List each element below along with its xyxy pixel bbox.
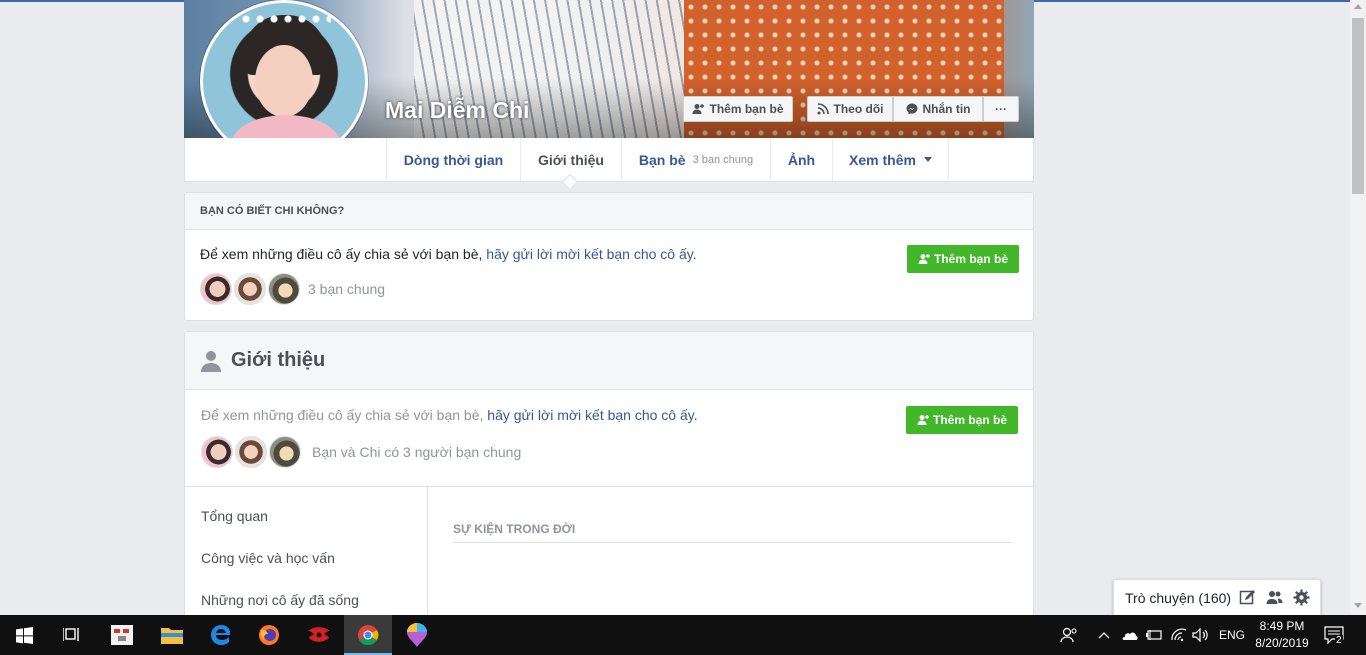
add-friend-button[interactable]: Thêm bạn bè <box>683 96 793 122</box>
caret-down-icon <box>923 157 932 162</box>
clock-date: 8/20/2019 <box>1255 636 1309 650</box>
more-dots-icon: ··· <box>995 102 1007 116</box>
intro-mutual-text[interactable]: Bạn và Chi có 3 người bạn chung <box>312 444 521 460</box>
mutual-friends-count: 3 bạn chung <box>692 153 754 166</box>
avatar[interactable] <box>201 436 233 468</box>
task-view-button[interactable] <box>48 615 96 655</box>
windows-taskbar: ENG 8:49 PM 8/20/2019 2 <box>0 615 1366 655</box>
profile-name[interactable]: Mai Diễm Chi <box>385 97 529 124</box>
sidebar-item-work-education[interactable]: Công việc và học vấn <box>201 550 335 566</box>
divider <box>453 542 1011 543</box>
battery-icon[interactable] <box>1145 615 1163 655</box>
scroll-up-icon[interactable] <box>1354 4 1362 9</box>
send-request-link[interactable]: hãy gửi lời mời kết bạn cho cô ấy. <box>486 246 696 262</box>
people-icon[interactable] <box>1060 615 1078 655</box>
new-group-icon[interactable] <box>1266 589 1283 606</box>
avatar[interactable] <box>235 436 267 468</box>
tab-friends[interactable]: Bạn bè 3 bạn chung <box>621 138 770 181</box>
sidebar-item-places-lived[interactable]: Những nơi cô ấy đã sống <box>201 592 359 608</box>
avatar[interactable] <box>268 273 300 305</box>
intro-text: Để xem những điều cô ấy chia sẻ với bạn … <box>201 407 698 423</box>
more-options-button[interactable]: ··· <box>983 96 1019 122</box>
system-clock[interactable]: 8:49 PM 8/20/2019 <box>1247 618 1317 652</box>
game-icon <box>308 627 330 642</box>
message-button[interactable]: Nhắn tin <box>893 96 983 122</box>
taskbar-app-paint[interactable] <box>393 615 441 655</box>
follow-label: Theo dõi <box>833 102 884 116</box>
taskbar-app-firefox[interactable] <box>245 615 293 655</box>
person-icon <box>201 350 221 372</box>
clock-time: 8:49 PM <box>1259 619 1305 633</box>
task-view-icon <box>63 628 79 641</box>
intro-send-request-link[interactable]: hãy gửi lời mời kết bạn cho cô ấy. <box>487 407 697 423</box>
taskbar-app-chrome[interactable] <box>344 615 392 655</box>
page-scrollbar[interactable] <box>1350 0 1366 615</box>
know-add-friend-button[interactable]: Thêm bạn bè <box>907 245 1019 273</box>
scroll-thumb[interactable] <box>1352 18 1364 194</box>
app-grid-icon <box>111 625 133 645</box>
folder-icon <box>161 628 183 644</box>
chrome-icon <box>358 625 379 646</box>
profile-nav: Dòng thời gian Giới thiệu Bạn bè 3 bạn ch… <box>184 138 1034 182</box>
windows-logo-icon <box>15 626 33 644</box>
taskbar-app-file-explorer[interactable] <box>148 615 196 655</box>
intro-title: Giới thiệu <box>231 349 326 371</box>
firefox-icon <box>259 625 279 645</box>
intro-mutual-avatars[interactable] <box>201 436 301 468</box>
chevron-up-icon[interactable] <box>1098 615 1110 655</box>
intro-add-friend-button[interactable]: Thêm bạn bè <box>906 406 1018 434</box>
sidebar-item-overview[interactable]: Tổng quan <box>201 508 268 524</box>
life-events-title: SỰ KIỆN TRONG ĐỜI <box>453 522 576 536</box>
divider <box>185 486 1033 487</box>
taskbar-app-calculator[interactable] <box>98 615 146 655</box>
know-card-title: BẠN CÓ BIẾT CHI KHÔNG? <box>185 193 1033 230</box>
follow-button[interactable]: Theo dõi <box>807 96 893 122</box>
intro-header: Giới thiệu <box>185 332 1033 390</box>
scroll-down-icon[interactable] <box>1354 603 1362 608</box>
taskbar-app-game[interactable] <box>295 615 343 655</box>
chat-label: Trò chuyện (160) <box>1125 589 1232 606</box>
tab-photos[interactable]: Ảnh <box>770 138 832 181</box>
compose-icon[interactable] <box>1239 589 1256 606</box>
add-friend-icon <box>918 254 930 264</box>
add-friend-icon <box>917 415 929 425</box>
notification-count: 2 <box>1335 635 1343 646</box>
paint-drop-icon <box>407 623 427 647</box>
know-card: BẠN CÓ BIẾT CHI KHÔNG? Để xem những điều… <box>184 192 1034 321</box>
avatar[interactable] <box>234 273 266 305</box>
divider <box>427 486 428 630</box>
rss-icon <box>817 103 829 115</box>
start-button[interactable] <box>0 615 48 655</box>
volume-icon[interactable] <box>1192 615 1210 655</box>
mutual-friends-text[interactable]: 3 bạn chung <box>308 281 385 297</box>
onedrive-icon[interactable] <box>1120 615 1138 655</box>
tab-more[interactable]: Xem thêm <box>832 138 949 181</box>
taskbar-app-edge[interactable] <box>197 615 245 655</box>
add-friend-icon <box>692 104 705 114</box>
add-friend-label: Thêm bạn bè <box>709 102 784 116</box>
gear-icon[interactable] <box>1293 589 1310 606</box>
messenger-icon <box>906 103 917 115</box>
notifications-icon[interactable]: 2 <box>1324 615 1344 655</box>
tab-timeline[interactable]: Dòng thời gian <box>386 138 520 181</box>
mutual-friends-avatars[interactable] <box>200 273 300 305</box>
intro-card: Giới thiệu Để xem những điều cô ấy chia … <box>184 331 1034 631</box>
know-card-text: Để xem những điều cô ấy chia sẻ với bạn … <box>200 246 697 262</box>
chat-bar[interactable]: Trò chuyện (160) <box>1113 579 1321 615</box>
avatar[interactable] <box>200 273 232 305</box>
message-label: Nhắn tin <box>922 102 971 116</box>
wifi-icon[interactable] <box>1170 615 1188 655</box>
language-indicator[interactable]: ENG <box>1219 615 1245 655</box>
edge-icon <box>211 625 231 645</box>
avatar[interactable] <box>269 436 301 468</box>
